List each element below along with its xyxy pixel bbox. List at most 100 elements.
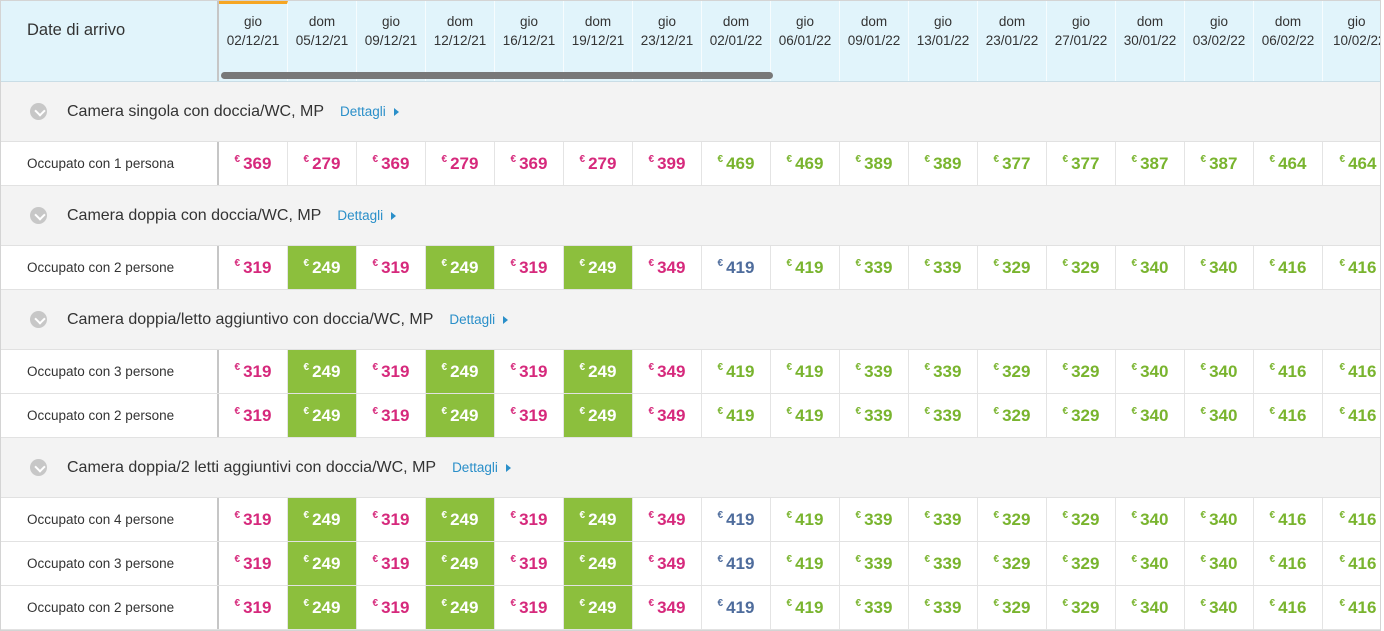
price-cell[interactable]: €319: [357, 498, 426, 541]
date-column-header[interactable]: gio 02/12/21: [219, 1, 288, 81]
price-cell[interactable]: €329: [1047, 498, 1116, 541]
date-column-header[interactable]: dom 02/01/22: [702, 1, 771, 81]
price-cell[interactable]: €399: [633, 142, 702, 185]
price-cell[interactable]: €339: [909, 498, 978, 541]
price-cell[interactable]: €419: [702, 586, 771, 629]
price-cell[interactable]: €249: [564, 350, 633, 393]
price-cell[interactable]: €416: [1323, 586, 1380, 629]
price-cell[interactable]: €339: [840, 350, 909, 393]
price-cell[interactable]: €349: [633, 246, 702, 289]
price-cell[interactable]: €249: [288, 498, 357, 541]
date-column-header[interactable]: gio 16/12/21: [495, 1, 564, 81]
price-cell[interactable]: €319: [357, 586, 426, 629]
price-cell[interactable]: €339: [909, 394, 978, 437]
price-cell[interactable]: €339: [840, 246, 909, 289]
price-cell[interactable]: €319: [495, 394, 564, 437]
date-column-header[interactable]: dom 06/02/22: [1254, 1, 1323, 81]
chevron-circle-down-icon[interactable]: [30, 103, 47, 120]
price-cell[interactable]: €249: [564, 246, 633, 289]
price-cell[interactable]: €416: [1323, 498, 1380, 541]
price-cell[interactable]: €419: [702, 394, 771, 437]
price-cell[interactable]: €419: [702, 246, 771, 289]
horizontal-scrollbar[interactable]: [221, 72, 773, 79]
chevron-circle-down-icon[interactable]: [30, 459, 47, 476]
date-column-header[interactable]: dom 30/01/22: [1116, 1, 1185, 81]
price-cell[interactable]: €249: [426, 246, 495, 289]
price-cell[interactable]: €349: [633, 394, 702, 437]
price-cell[interactable]: €416: [1323, 542, 1380, 585]
date-column-header[interactable]: dom 19/12/21: [564, 1, 633, 81]
price-cell[interactable]: €329: [1047, 246, 1116, 289]
price-cell[interactable]: €419: [771, 586, 840, 629]
price-cell[interactable]: €419: [702, 542, 771, 585]
price-cell[interactable]: €469: [771, 142, 840, 185]
price-cell[interactable]: €329: [978, 498, 1047, 541]
price-cell[interactable]: €387: [1185, 142, 1254, 185]
price-cell[interactable]: €340: [1116, 542, 1185, 585]
price-cell[interactable]: €319: [495, 246, 564, 289]
price-cell[interactable]: €339: [840, 498, 909, 541]
price-cell[interactable]: €339: [909, 542, 978, 585]
price-cell[interactable]: €249: [426, 350, 495, 393]
price-cell[interactable]: €319: [495, 542, 564, 585]
date-column-header[interactable]: gio 03/02/22: [1185, 1, 1254, 81]
date-column-header[interactable]: gio 09/12/21: [357, 1, 426, 81]
price-cell[interactable]: €249: [288, 542, 357, 585]
price-cell[interactable]: €319: [357, 350, 426, 393]
date-column-header[interactable]: gio 06/01/22: [771, 1, 840, 81]
price-cell[interactable]: €340: [1185, 498, 1254, 541]
price-cell[interactable]: €329: [978, 586, 1047, 629]
price-cell[interactable]: €369: [357, 142, 426, 185]
price-cell[interactable]: €249: [288, 350, 357, 393]
price-cell[interactable]: €416: [1254, 498, 1323, 541]
price-cell[interactable]: €419: [771, 246, 840, 289]
price-cell[interactable]: €464: [1254, 142, 1323, 185]
price-cell[interactable]: €249: [426, 394, 495, 437]
price-cell[interactable]: €329: [1047, 542, 1116, 585]
price-cell[interactable]: €249: [288, 586, 357, 629]
price-cell[interactable]: €319: [219, 246, 288, 289]
price-cell[interactable]: €340: [1185, 350, 1254, 393]
date-column-header[interactable]: gio 13/01/22: [909, 1, 978, 81]
price-cell[interactable]: €339: [909, 350, 978, 393]
details-link[interactable]: Dettagli: [452, 460, 511, 475]
price-cell[interactable]: €279: [564, 142, 633, 185]
price-cell[interactable]: €249: [288, 394, 357, 437]
price-cell[interactable]: €419: [771, 542, 840, 585]
price-cell[interactable]: €319: [357, 394, 426, 437]
price-cell[interactable]: €369: [495, 142, 564, 185]
price-cell[interactable]: €416: [1254, 350, 1323, 393]
price-cell[interactable]: €329: [1047, 350, 1116, 393]
details-link[interactable]: Dettagli: [337, 208, 397, 223]
price-cell[interactable]: €464: [1323, 142, 1380, 185]
price-cell[interactable]: €319: [219, 498, 288, 541]
date-column-header[interactable]: dom 23/01/22: [978, 1, 1047, 81]
price-cell[interactable]: €340: [1185, 246, 1254, 289]
date-column-header[interactable]: dom 09/01/22: [840, 1, 909, 81]
price-cell[interactable]: €329: [978, 350, 1047, 393]
price-cell[interactable]: €339: [909, 246, 978, 289]
price-cell[interactable]: €339: [840, 542, 909, 585]
price-cell[interactable]: €319: [495, 350, 564, 393]
price-cell[interactable]: €319: [357, 542, 426, 585]
price-cell[interactable]: €419: [771, 498, 840, 541]
price-cell[interactable]: €249: [564, 542, 633, 585]
details-link[interactable]: Dettagli: [340, 104, 399, 119]
price-cell[interactable]: €377: [1047, 142, 1116, 185]
price-cell[interactable]: €319: [357, 246, 426, 289]
price-cell[interactable]: €249: [426, 542, 495, 585]
chevron-circle-down-icon[interactable]: [30, 311, 47, 328]
price-cell[interactable]: €279: [288, 142, 357, 185]
price-cell[interactable]: €340: [1185, 542, 1254, 585]
price-cell[interactable]: €249: [288, 246, 357, 289]
price-cell[interactable]: €419: [771, 350, 840, 393]
price-cell[interactable]: €339: [909, 586, 978, 629]
price-cell[interactable]: €249: [564, 394, 633, 437]
price-cell[interactable]: €340: [1116, 498, 1185, 541]
price-cell[interactable]: €339: [840, 394, 909, 437]
price-cell[interactable]: €329: [1047, 586, 1116, 629]
price-cell[interactable]: €249: [426, 586, 495, 629]
price-cell[interactable]: €349: [633, 586, 702, 629]
price-cell[interactable]: €279: [426, 142, 495, 185]
price-cell[interactable]: €340: [1116, 350, 1185, 393]
